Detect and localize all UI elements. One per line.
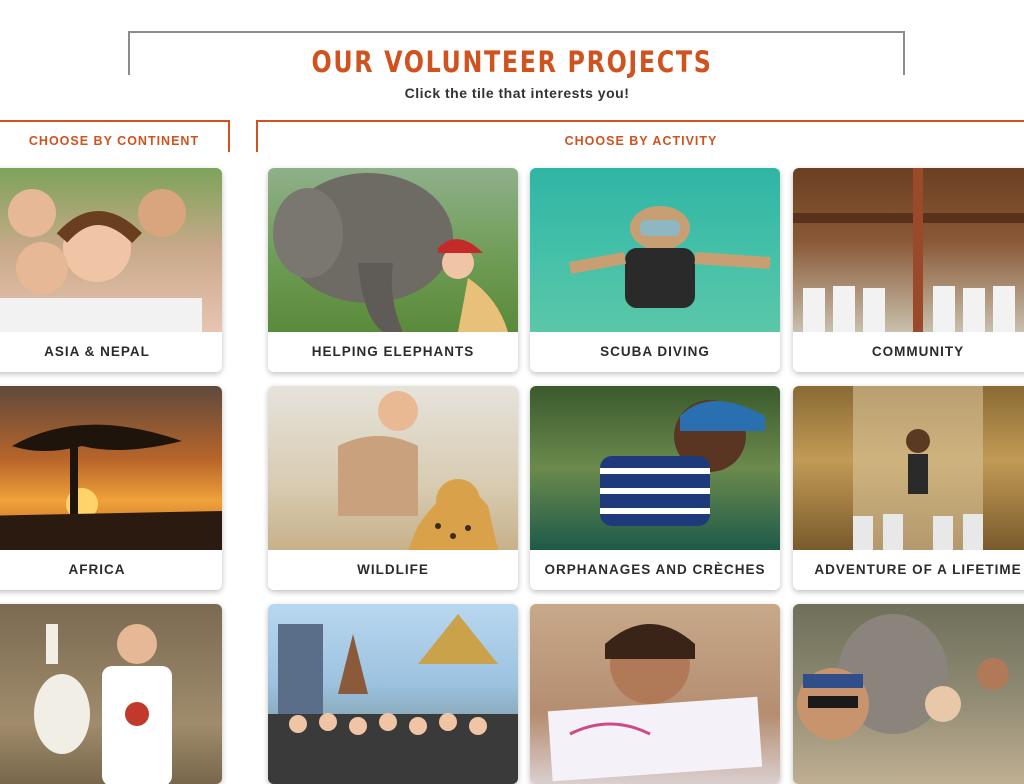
tile-label: AFRICA <box>0 550 222 590</box>
tile-image <box>530 168 780 332</box>
tile-label: ORPHANAGES AND CRÈCHES <box>530 550 780 590</box>
acacia-sunset-icon <box>0 424 222 550</box>
tile-image <box>530 386 780 550</box>
tile-helping-elephants[interactable]: HELPING ELEPHANTS <box>268 168 518 372</box>
page-title: OUR VOLUNTEER PROJECTS <box>311 45 713 79</box>
temple-group-icon <box>268 614 518 784</box>
elephant-selfie-icon <box>797 614 1009 740</box>
scuba-diver-icon <box>568 206 771 308</box>
tile-image <box>793 168 1024 332</box>
tile-label: ADVENTURE OF A LIFETIME <box>793 550 1024 590</box>
tile-orphanages[interactable]: ORPHANAGES AND CRÈCHES <box>530 386 780 590</box>
cheetah-photo-icon <box>338 391 498 550</box>
tile-asia-nepal[interactable]: ASIA & NEPAL <box>0 168 222 372</box>
tile-scuba-diving[interactable]: SCUBA DIVING <box>530 168 780 372</box>
tile-image <box>268 168 518 332</box>
tile-image <box>793 386 1024 550</box>
waterfall-group-icon <box>853 386 983 550</box>
tile-image <box>268 386 518 550</box>
tile-image <box>530 604 780 784</box>
tile-image <box>0 386 222 550</box>
tile-label: COMMUNITY <box>793 332 1024 372</box>
tile-label: SCUBA DIVING <box>530 332 780 372</box>
tile-image <box>268 604 518 784</box>
tile-activity-9[interactable] <box>793 604 1024 784</box>
elephant-photo-icon <box>273 173 508 332</box>
tile-image <box>0 168 222 332</box>
tile-label: HELPING ELEPHANTS <box>268 332 518 372</box>
child-drawing-icon <box>547 624 763 782</box>
section-heading-continent: CHOOSE BY CONTINENT <box>0 120 230 152</box>
tile-label: WILDLIFE <box>268 550 518 590</box>
tile-continent-3[interactable] <box>0 604 222 784</box>
tile-adventure[interactable]: ADVENTURE OF A LIFETIME <box>793 386 1024 590</box>
tile-community[interactable]: COMMUNITY <box>793 168 1024 372</box>
page-subtitle: Click the tile that interests you! <box>404 85 630 101</box>
llama-volunteer-icon <box>34 624 172 784</box>
section-heading-activity: CHOOSE BY ACTIVITY <box>256 120 1024 152</box>
tile-africa[interactable]: AFRICA <box>0 386 222 590</box>
tile-image <box>0 604 222 784</box>
tile-wildlife[interactable]: WILDLIFE <box>268 386 518 590</box>
tile-activity-7[interactable] <box>268 604 518 784</box>
children-photo-icon <box>0 189 202 332</box>
smiling-child-icon <box>600 400 765 526</box>
tile-activity-8[interactable] <box>530 604 780 784</box>
group-structure-icon <box>793 168 1024 332</box>
tile-label: ASIA & NEPAL <box>0 332 222 372</box>
tile-image <box>793 604 1024 784</box>
